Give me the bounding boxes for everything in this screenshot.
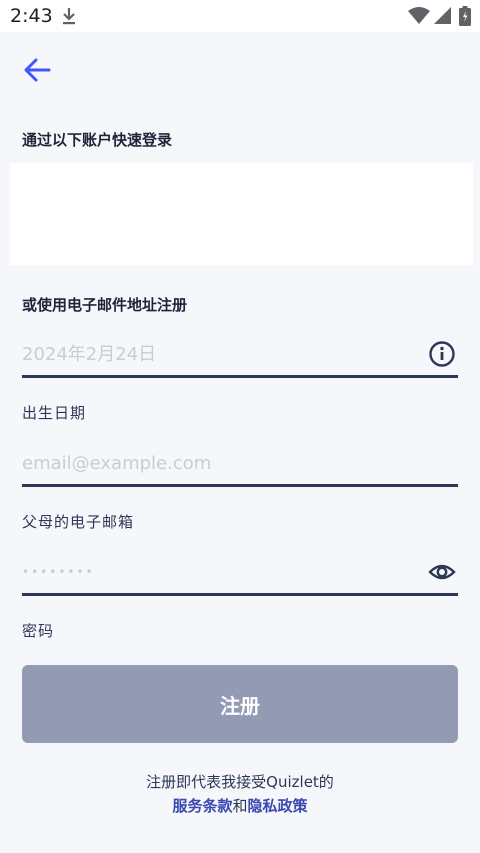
birthday-label: 出生日期: [22, 404, 87, 422]
parent-email-field: [22, 442, 458, 487]
signup-button[interactable]: 注册: [22, 665, 458, 743]
privacy-policy-link[interactable]: 隐私政策: [248, 797, 308, 815]
terms-text: 注册即代表我接受Quizlet的: [0, 771, 480, 792]
wifi-icon: [408, 7, 430, 24]
birthday-field: [22, 333, 458, 378]
download-icon: [63, 8, 75, 25]
terms-of-service-link[interactable]: 服务条款: [172, 797, 232, 815]
status-bar: 2:43: [0, 0, 480, 32]
battery-icon: [459, 6, 471, 26]
parent-email-input[interactable]: [22, 442, 402, 484]
social-login-heading: 通过以下账户快速登录: [22, 131, 173, 149]
terms-prefix: 注册即代表我接受Quizlet的: [146, 773, 334, 791]
birthday-input[interactable]: [22, 333, 402, 375]
info-icon[interactable]: [428, 340, 456, 368]
email-signup-heading: 或使用电子邮件地址注册: [22, 296, 188, 314]
terms-conjunction: 和: [232, 797, 248, 815]
password-label: 密码: [22, 622, 55, 640]
arrow-left-icon: [24, 58, 51, 82]
cell-signal-icon: [434, 7, 451, 24]
eye-icon[interactable]: [428, 558, 456, 586]
social-login-area: [10, 163, 473, 265]
parent-email-label: 父母的电子邮箱: [22, 513, 135, 531]
password-field: [22, 551, 458, 596]
back-button[interactable]: [20, 52, 56, 88]
terms-links: 服务条款和隐私政策: [0, 795, 480, 816]
status-time: 2:43: [10, 5, 53, 27]
password-input[interactable]: [22, 551, 402, 593]
